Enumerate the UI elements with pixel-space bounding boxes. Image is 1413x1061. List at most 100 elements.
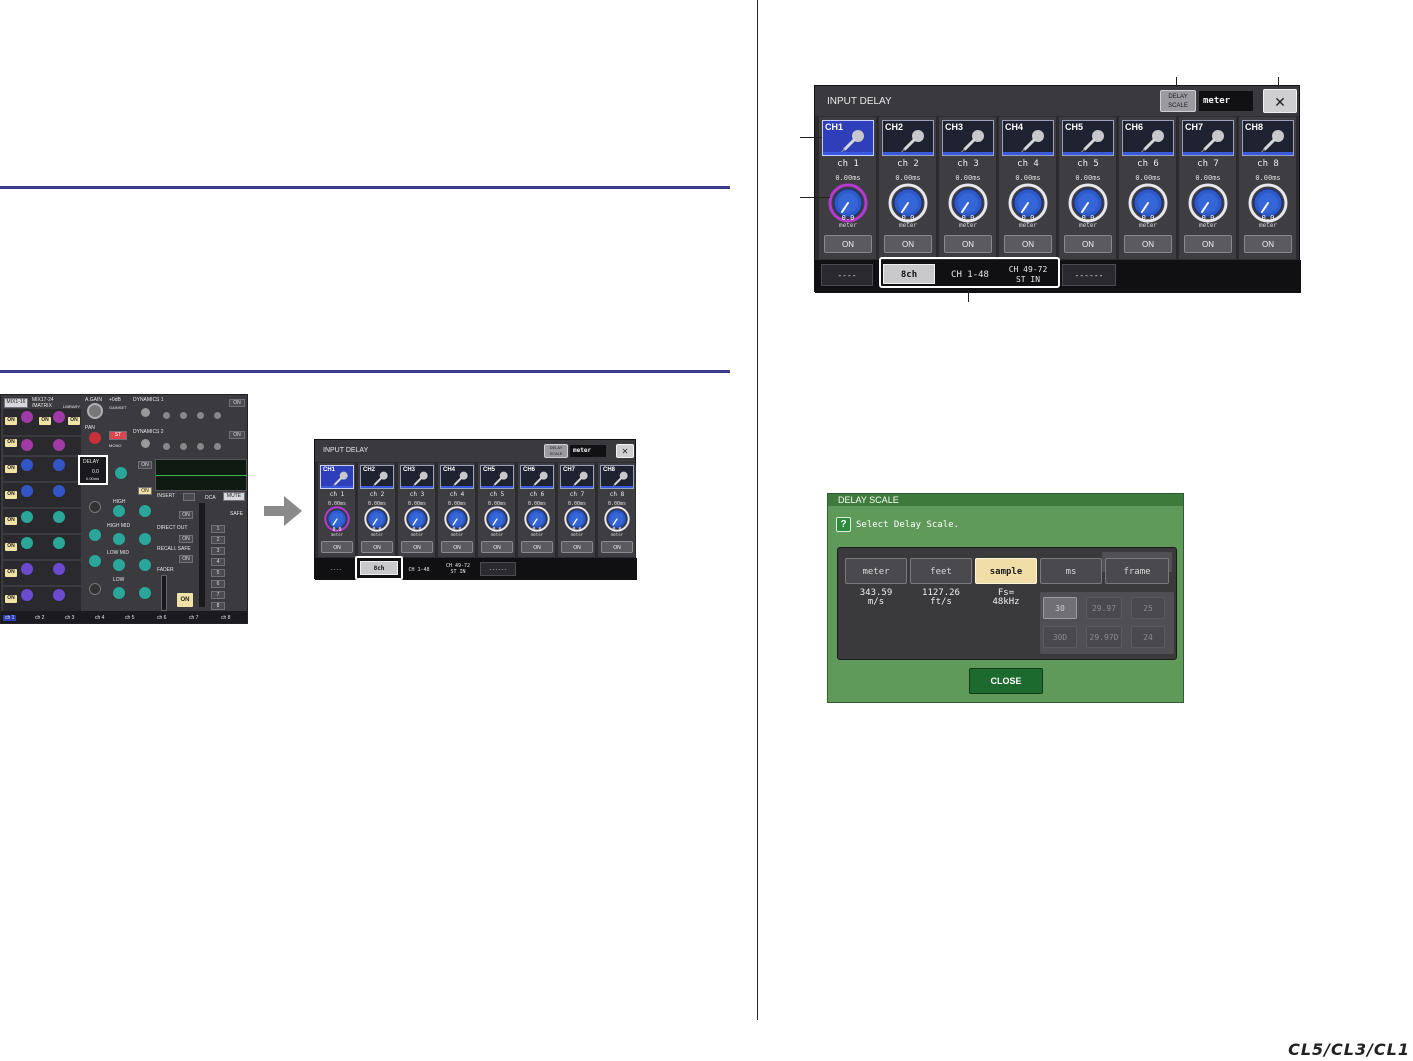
channel-select-ch6[interactable]: ch 6	[157, 615, 166, 621]
mix-on-button[interactable]: ON	[68, 417, 80, 425]
channel-select-button[interactable]: CH6	[520, 465, 554, 489]
channel-select-ch1[interactable]: ch 1	[3, 615, 17, 621]
eq-knob[interactable]	[113, 533, 125, 545]
channel-on-button[interactable]: ON	[824, 235, 872, 253]
dca-1-button[interactable]: 1	[211, 525, 225, 533]
tab-ch1-48[interactable]: CH 1-48	[941, 264, 999, 284]
channel-on-button[interactable]: ON	[884, 235, 932, 253]
dca-8-button[interactable]: 8	[211, 602, 225, 610]
frame-rate-30d[interactable]: 30D	[1043, 626, 1077, 648]
fader-on-button[interactable]: ON	[177, 593, 193, 607]
scale-option-meter[interactable]: meter	[845, 558, 907, 584]
dyn2-knob[interactable]	[180, 443, 187, 450]
dca-2-button[interactable]: 2	[211, 536, 225, 544]
mix1-16-tab[interactable]: MIX1-16	[4, 398, 28, 408]
dyn1-knob[interactable]	[180, 412, 187, 419]
mix-send-knob[interactable]	[53, 459, 65, 471]
mix-on-button[interactable]: ON	[5, 569, 17, 577]
eq-graph[interactable]	[155, 459, 247, 491]
right-dash-button[interactable]: ------	[1062, 264, 1116, 286]
channel-on-button[interactable]: ON	[481, 541, 513, 553]
scale-option-frame[interactable]: frame	[1105, 558, 1169, 584]
mix-send-knob[interactable]	[53, 485, 65, 497]
dyn2-knob[interactable]	[214, 443, 221, 450]
frame-rate-24[interactable]: 24	[1131, 626, 1165, 648]
dialog-close-button[interactable]: CLOSE	[969, 668, 1043, 694]
channel-select-button[interactable]: CH2	[360, 465, 394, 489]
mix-send-knob[interactable]	[53, 563, 65, 575]
tab-ch49-72[interactable]: CH 49-72 ST IN	[438, 560, 478, 578]
eq-knob[interactable]	[113, 559, 125, 571]
mix-send-knob[interactable]	[21, 411, 33, 423]
eq-knob[interactable]	[89, 583, 101, 595]
mix-on-button[interactable]: ON	[5, 439, 17, 447]
eq-knob[interactable]	[139, 587, 151, 599]
frame-rate-30[interactable]: 30	[1043, 597, 1077, 619]
channel-on-button[interactable]: ON	[1124, 235, 1172, 253]
channel-select-button[interactable]: CH2	[882, 120, 934, 156]
channel-select-button[interactable]: CH7	[560, 465, 594, 489]
close-button[interactable]: ✕	[616, 444, 634, 458]
channel-select-button[interactable]: CH5	[1062, 120, 1114, 156]
eq-knob[interactable]	[89, 501, 101, 513]
eq-knob[interactable]	[115, 467, 127, 479]
dyn2-knob[interactable]	[197, 443, 204, 450]
fader-track[interactable]	[161, 575, 167, 611]
mix-send-knob[interactable]	[53, 411, 65, 423]
channel-select-button[interactable]: CH8	[1242, 120, 1294, 156]
mute-tab[interactable]: MUTE	[223, 492, 245, 501]
scale-option-ms[interactable]: ms	[1040, 558, 1102, 584]
channel-select-ch5[interactable]: ch 5	[125, 615, 134, 621]
channel-select-button[interactable]: CH3	[400, 465, 434, 489]
left-dash-button[interactable]: ----	[821, 264, 873, 286]
direct-out-on-button[interactable]: ON	[179, 535, 193, 543]
channel-select-ch4[interactable]: ch 4	[95, 615, 104, 621]
channel-on-button[interactable]: ON	[561, 541, 593, 553]
eq-knob[interactable]	[139, 505, 151, 517]
mono-label[interactable]: MONO	[109, 443, 121, 448]
mix-send-knob[interactable]	[21, 511, 33, 523]
channel-on-button[interactable]: ON	[601, 541, 633, 553]
dyn2-knob[interactable]	[163, 443, 170, 450]
mix-send-knob[interactable]	[53, 537, 65, 549]
channel-on-button[interactable]: ON	[1064, 235, 1112, 253]
channel-select-button[interactable]: CH3	[942, 120, 994, 156]
tab-ch1-48[interactable]: CH 1-48	[401, 562, 437, 576]
mix-send-knob[interactable]	[53, 589, 65, 601]
mix-send-knob[interactable]	[21, 563, 33, 575]
channel-select-ch7[interactable]: ch 7	[189, 615, 198, 621]
delay-field[interactable]: DELAY 0.0 0.00ms	[78, 455, 108, 485]
dca-6-button[interactable]: 6	[211, 580, 225, 588]
mix-send-knob[interactable]	[53, 439, 65, 451]
channel-select-ch8[interactable]: ch 8	[221, 615, 230, 621]
dca-3-button[interactable]: 3	[211, 547, 225, 555]
mix-send-knob[interactable]	[21, 459, 33, 471]
dca-4-button[interactable]: 4	[211, 558, 225, 566]
dyn2-knob[interactable]	[141, 439, 150, 448]
right-dash-button[interactable]: ------	[480, 562, 516, 576]
eq-knob[interactable]	[89, 555, 101, 567]
mix-send-knob[interactable]	[21, 485, 33, 497]
eq-knob[interactable]	[113, 587, 125, 599]
again-knob[interactable]	[87, 403, 103, 419]
eq-knob[interactable]	[113, 505, 125, 517]
left-dash-button[interactable]: ----	[321, 562, 351, 576]
channel-on-button[interactable]: ON	[441, 541, 473, 553]
pan-knob[interactable]	[89, 432, 101, 444]
channel-select-button[interactable]: CH1	[320, 465, 354, 489]
channel-select-button[interactable]: CH4	[440, 465, 474, 489]
mix-on-button[interactable]: ON	[39, 417, 51, 425]
mix-on-button[interactable]: ON	[5, 595, 17, 603]
channel-select-button[interactable]: CH1	[822, 120, 874, 156]
mix-send-knob[interactable]	[21, 439, 33, 451]
mix-on-button[interactable]: ON	[5, 465, 17, 473]
channel-on-button[interactable]: ON	[361, 541, 393, 553]
eq-on-button[interactable]: ON	[138, 461, 152, 469]
recall-safe-button[interactable]: ON	[179, 555, 193, 563]
channel-on-button[interactable]: ON	[401, 541, 433, 553]
frame-rate-29-97d[interactable]: 29.97D	[1086, 626, 1122, 648]
dyn1-knob[interactable]	[197, 412, 204, 419]
delay-scale-button[interactable]: DELAY SCALE	[1160, 90, 1196, 112]
st-button[interactable]: ST	[109, 431, 127, 440]
dyn1-on-button[interactable]: ON	[229, 399, 245, 407]
